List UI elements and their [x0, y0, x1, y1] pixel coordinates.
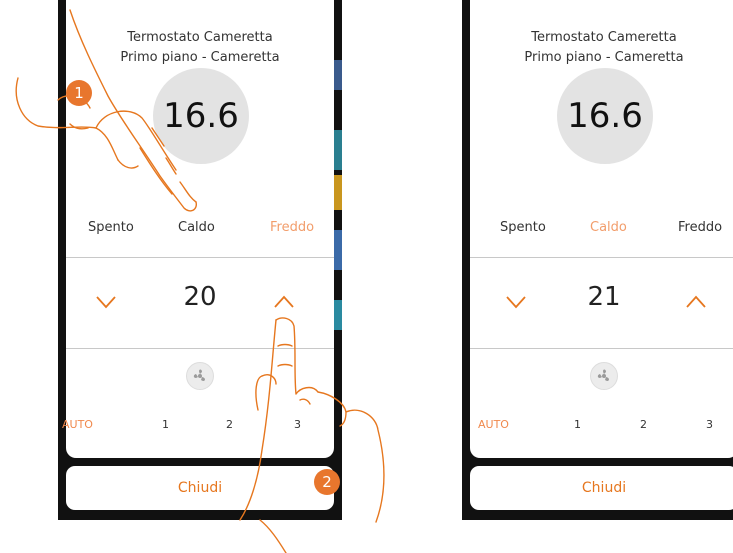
thermostat-title: Termostato Cameretta: [531, 30, 677, 45]
increase-arrow-icon[interactable]: [686, 292, 706, 312]
mode-freddo[interactable]: Freddo: [678, 220, 722, 235]
speed-1[interactable]: 1: [574, 418, 581, 431]
speed-2[interactable]: 2: [640, 418, 647, 431]
temperature-display: 16.6: [557, 68, 653, 164]
temperature-value: 16.6: [567, 96, 643, 136]
thermostat-subtitle: Primo piano - Cameretta: [524, 50, 684, 65]
fan-icon: [590, 362, 618, 390]
fan-speed-selector: AUTO 1 2 3: [470, 418, 733, 436]
close-button[interactable]: Chiudi: [470, 466, 733, 510]
step-badge-2: 2: [314, 469, 340, 495]
speed-auto[interactable]: AUTO: [478, 418, 509, 431]
mode-caldo[interactable]: Caldo: [590, 220, 627, 235]
speed-3[interactable]: 3: [706, 418, 713, 431]
right-device: Termostato Cameretta Primo piano - Camer…: [462, 0, 733, 520]
divider: [470, 348, 733, 349]
mode-selector: Spento Caldo Freddo: [470, 220, 733, 240]
divider: [470, 257, 733, 258]
step-badge-1: 1: [66, 80, 92, 106]
thermostat-panel: Termostato Cameretta Primo piano - Camer…: [470, 0, 733, 458]
mode-spento[interactable]: Spento: [500, 220, 546, 235]
